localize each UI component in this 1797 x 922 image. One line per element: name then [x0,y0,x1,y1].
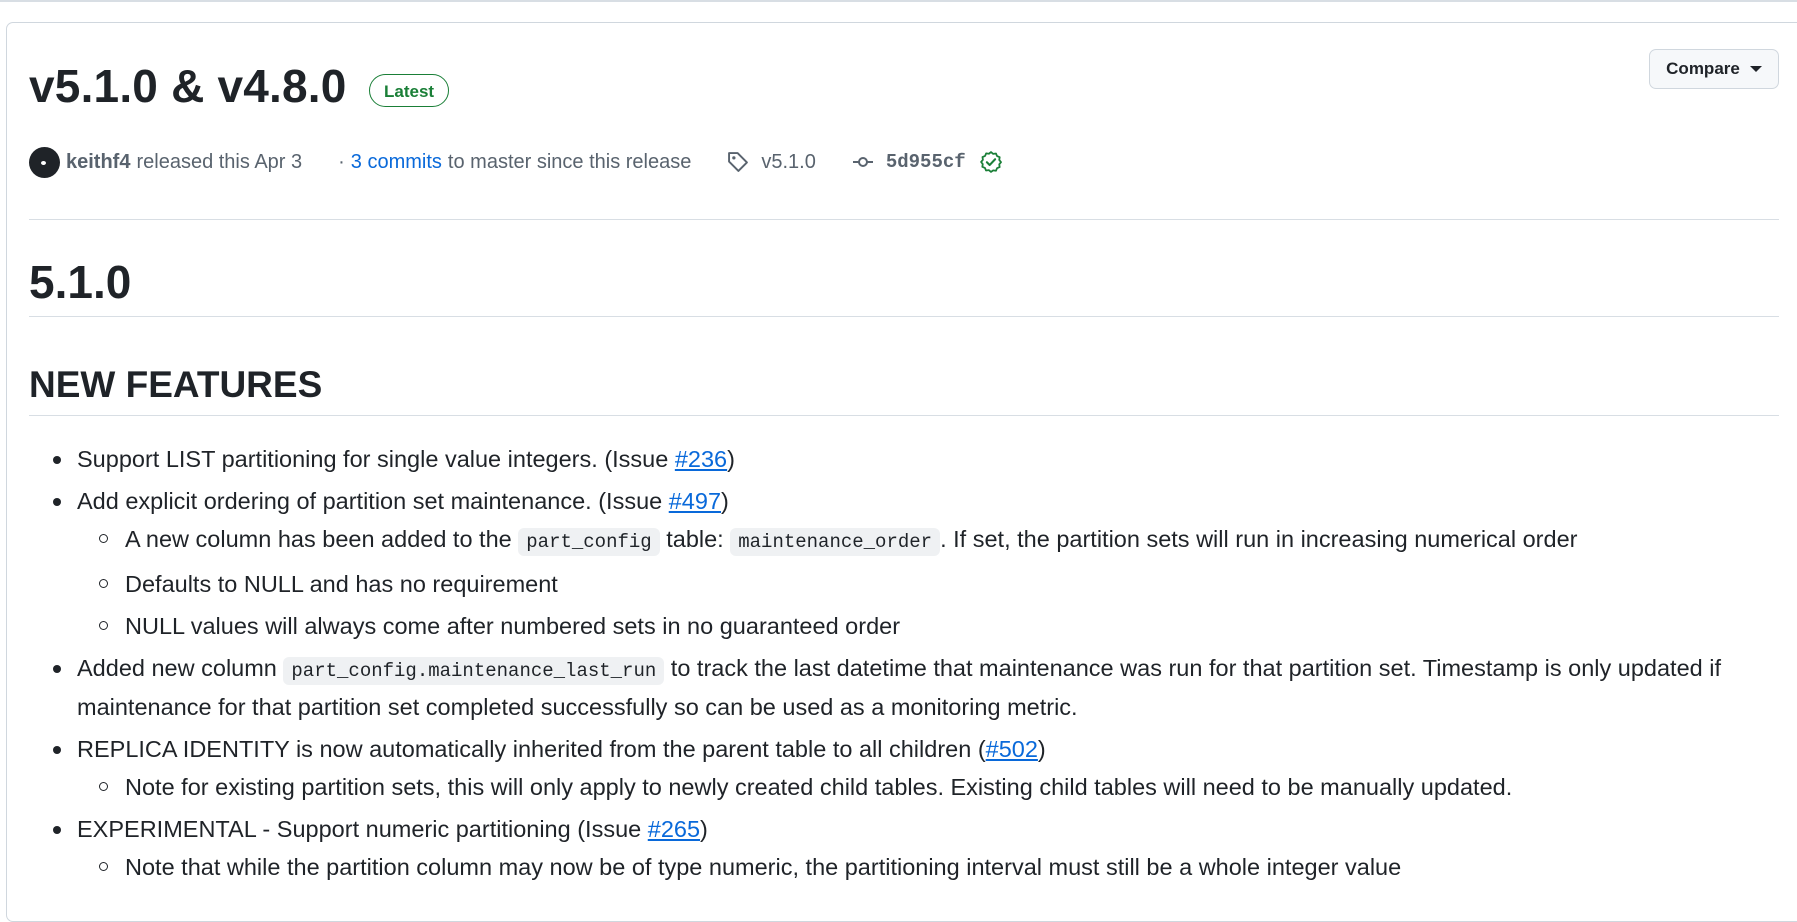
item-text: NULL values will always come after numbe… [125,613,901,639]
item-text: A new column has been added to the [125,526,519,552]
commit-sha: 5d955cf [885,151,966,173]
sub-list-item: Note that while the partition column may… [77,849,1779,885]
item-text: Note that while the partition column may… [125,854,1402,880]
section-heading: NEW FEATURES [29,364,323,405]
item-text: Added new column [77,655,284,681]
list-item: Support LIST partitioning for single val… [29,441,1779,477]
release-meta: keithf4 released this Apr 3 · 3 commits … [29,146,1014,178]
sub-list-item: Note for existing partition sets, this w… [77,769,1779,805]
item-text: ) [1037,736,1046,762]
sub-list: A new column has been added to the part_… [77,521,1779,644]
author-link[interactable]: keithf4 [66,151,130,174]
item-text: table: [659,526,731,552]
release-title[interactable]: v5.1.0 & v4.8.0 [29,56,347,116]
list-item: REPLICA IDENTITY is now automatically in… [29,731,1779,805]
verified-icon[interactable] [979,151,1002,173]
inline-code: maintenance_order [730,528,941,556]
issue-link-497[interactable]: #497 [669,488,721,514]
inline-code: part_config [518,528,660,556]
top-divider [0,0,1797,2]
list-item: Added new column part_config.maintenance… [29,650,1779,725]
item-text: ) [727,446,735,472]
meta-divider [29,219,1779,220]
compare-label: Compare [1666,59,1740,78]
item-text: ) [721,488,729,514]
sub-list-item: NULL values will always come after numbe… [77,608,1779,644]
tag-icon [728,152,749,172]
sub-list-item: Defaults to NULL and has no requirement [77,566,1779,602]
version-heading: 5.1.0 [29,256,132,308]
sub-list-item: A new column has been added to the part_… [77,521,1779,560]
item-text: Add explicit ordering of partition set m… [77,488,669,514]
meta-dot: · [338,150,345,173]
item-text: REPLICA IDENTITY is now automatically in… [77,736,986,762]
caret-down-icon [1749,66,1762,72]
inline-code: part_config.maintenance_last_run [283,657,665,685]
avatar[interactable] [29,146,60,178]
compare-button[interactable]: Compare [1649,49,1779,89]
sub-list: Note that while the partition column may… [77,849,1779,885]
git-commit-icon [852,157,873,167]
features-list: Support LIST partitioning for single val… [29,441,1779,891]
list-item: Add explicit ordering of partition set m… [29,483,1779,644]
tag-label: v5.1.0 [761,150,816,173]
item-text: EXPERIMENTAL - Support numeric partition… [77,816,648,842]
commits-link[interactable]: 3 commits [351,151,442,174]
item-text: Note for existing partition sets, this w… [125,774,1513,800]
issue-link-236[interactable]: #236 [675,446,727,472]
commit-link[interactable]: 5d955cf [852,151,1014,173]
item-text: ) [700,816,708,842]
sub-list: Note for existing partition sets, this w… [77,769,1779,805]
item-text: Support LIST partitioning for single val… [77,446,675,472]
issue-link-265[interactable]: #265 [648,816,700,842]
item-text: . If set, the partition sets will run in… [940,526,1578,552]
commits-suffix: to master since this release [447,150,692,173]
tag-link[interactable]: v5.1.0 [727,150,816,174]
issue-link-502[interactable]: #502 [986,736,1038,762]
released-text: released this Apr 3 [136,150,303,173]
list-item: EXPERIMENTAL - Support numeric partition… [29,811,1779,885]
latest-badge: Latest [369,74,450,107]
version-divider [29,316,1779,317]
section-divider [29,415,1779,416]
item-text: Defaults to NULL and has no requirement [125,571,558,597]
